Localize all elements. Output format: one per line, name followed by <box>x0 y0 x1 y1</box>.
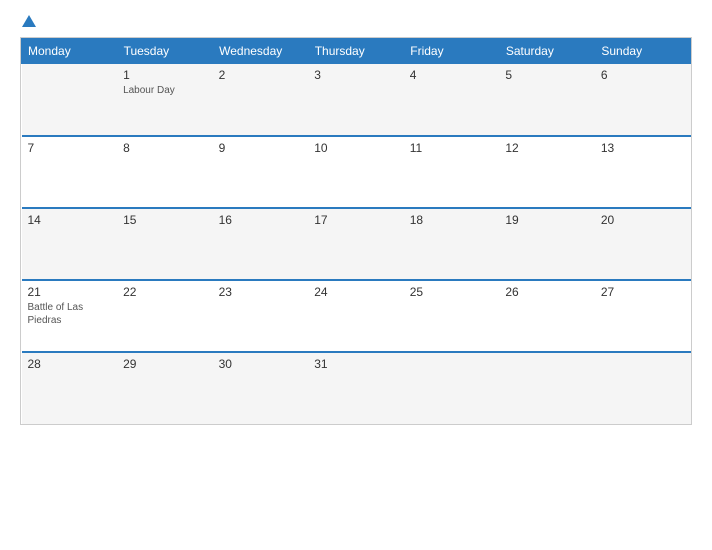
day-number: 11 <box>410 141 494 155</box>
calendar-cell: 17 <box>308 208 404 280</box>
calendar-cell: 29 <box>117 352 213 424</box>
weekday-header-tuesday: Tuesday <box>117 39 213 64</box>
weekday-header-monday: Monday <box>22 39 118 64</box>
calendar-cell: 25 <box>404 280 500 352</box>
calendar-cell: 4 <box>404 64 500 136</box>
day-number: 10 <box>314 141 398 155</box>
day-number: 18 <box>410 213 494 227</box>
calendar-cell: 16 <box>213 208 309 280</box>
calendar-cell: 9 <box>213 136 309 208</box>
day-number: 19 <box>505 213 589 227</box>
day-number: 25 <box>410 285 494 299</box>
day-number: 6 <box>601 68 685 82</box>
day-event: Labour Day <box>123 84 207 97</box>
calendar-cell: 19 <box>499 208 595 280</box>
day-number: 7 <box>28 141 112 155</box>
calendar-cell: 14 <box>22 208 118 280</box>
day-number: 26 <box>505 285 589 299</box>
calendar-cell <box>404 352 500 424</box>
calendar-cell: 5 <box>499 64 595 136</box>
calendar-cell: 10 <box>308 136 404 208</box>
day-number: 12 <box>505 141 589 155</box>
day-number: 20 <box>601 213 685 227</box>
logo-triangle-icon <box>22 15 36 27</box>
calendar-cell: 31 <box>308 352 404 424</box>
day-number: 5 <box>505 68 589 82</box>
day-number: 15 <box>123 213 207 227</box>
calendar-cell: 1 Labour Day <box>117 64 213 136</box>
calendar-cell: 13 <box>595 136 691 208</box>
day-number: 21 <box>28 285 112 299</box>
day-number: 16 <box>219 213 303 227</box>
calendar-week-row: 14 15 16 17 18 19 20 <box>22 208 691 280</box>
day-number: 1 <box>123 68 207 82</box>
calendar-cell: 23 <box>213 280 309 352</box>
calendar-cell: 12 <box>499 136 595 208</box>
calendar-week-row: 789 10 11 12 13 <box>22 136 691 208</box>
day-number: 27 <box>601 285 685 299</box>
day-number: 2 <box>219 68 303 82</box>
calendar-cell: 6 <box>595 64 691 136</box>
calendar-cell: 30 <box>213 352 309 424</box>
calendar-cell: 7 <box>22 136 118 208</box>
day-number: 17 <box>314 213 398 227</box>
day-number: 23 <box>219 285 303 299</box>
day-number: 24 <box>314 285 398 299</box>
calendar-week-row: 28 29 30 31 <box>22 352 691 424</box>
weekday-header-wednesday: Wednesday <box>213 39 309 64</box>
calendar-cell: 11 <box>404 136 500 208</box>
day-event: Battle of Las Piedras <box>28 301 112 327</box>
calendar-cell <box>499 352 595 424</box>
calendar-cell: 28 <box>22 352 118 424</box>
calendar-cell: 8 <box>117 136 213 208</box>
calendar-cell: 21 Battle of Las Piedras <box>22 280 118 352</box>
day-number: 28 <box>28 357 112 371</box>
weekday-header-sunday: Sunday <box>595 39 691 64</box>
calendar-cell: 18 <box>404 208 500 280</box>
day-number: 4 <box>410 68 494 82</box>
calendar-cell: 15 <box>117 208 213 280</box>
calendar-week-row: 1 Labour Day 23456 <box>22 64 691 136</box>
page: MondayTuesdayWednesdayThursdayFridaySatu… <box>0 0 712 550</box>
day-number: 14 <box>28 213 112 227</box>
calendar-cell: 26 <box>499 280 595 352</box>
day-number: 29 <box>123 357 207 371</box>
calendar-cell: 2 <box>213 64 309 136</box>
weekday-header-friday: Friday <box>404 39 500 64</box>
weekday-header-row: MondayTuesdayWednesdayThursdayFridaySatu… <box>22 39 691 64</box>
weekday-header-saturday: Saturday <box>499 39 595 64</box>
day-number: 3 <box>314 68 398 82</box>
day-number: 9 <box>219 141 303 155</box>
calendar-cell: 24 <box>308 280 404 352</box>
day-number: 31 <box>314 357 398 371</box>
day-number: 30 <box>219 357 303 371</box>
calendar-container: MondayTuesdayWednesdayThursdayFridaySatu… <box>20 37 692 425</box>
day-number: 8 <box>123 141 207 155</box>
calendar-cell <box>595 352 691 424</box>
calendar-cell: 22 <box>117 280 213 352</box>
logo <box>20 15 38 27</box>
calendar-cell: 3 <box>308 64 404 136</box>
calendar-cell: 20 <box>595 208 691 280</box>
weekday-header-thursday: Thursday <box>308 39 404 64</box>
calendar-week-row: 21 Battle of Las Piedras 22 23 24 25 26 27 <box>22 280 691 352</box>
header <box>20 15 692 27</box>
day-number: 13 <box>601 141 685 155</box>
calendar-cell: 27 <box>595 280 691 352</box>
day-number: 22 <box>123 285 207 299</box>
calendar-table: MondayTuesdayWednesdayThursdayFridaySatu… <box>21 38 691 424</box>
calendar-cell <box>22 64 118 136</box>
